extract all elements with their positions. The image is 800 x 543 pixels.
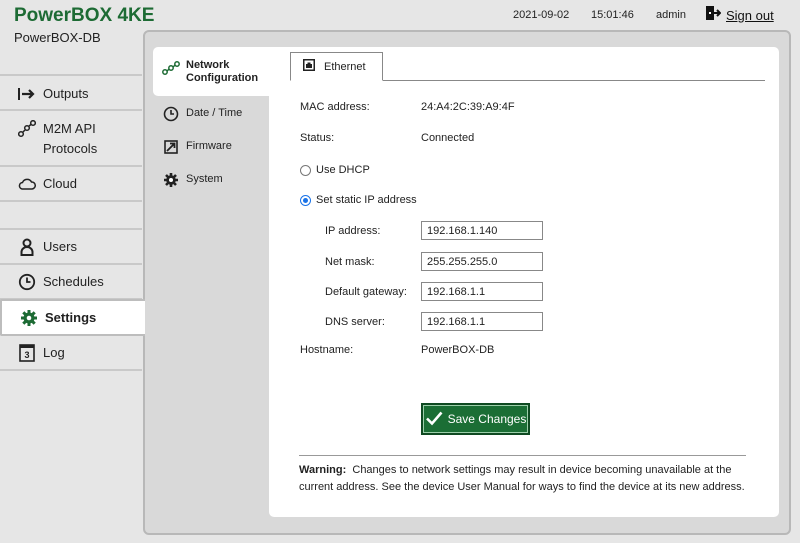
subnav-item-system[interactable]: System: [162, 171, 223, 189]
clock-icon: [162, 105, 180, 123]
hostname-label: Hostname:: [300, 344, 354, 356]
hostname-value: PowerBOX-DB: [421, 344, 495, 356]
header-time: 15:01:46: [591, 9, 634, 21]
nav-label-schedules: Schedules: [43, 274, 104, 289]
gear-icon: [19, 308, 39, 328]
header-date: 2021-09-02: [513, 9, 570, 21]
dns-server-field[interactable]: [421, 312, 543, 331]
subnav-label-network: Network Configuration: [186, 59, 258, 85]
ip-address-field[interactable]: [421, 221, 543, 240]
dhcp-label: Use DHCP: [316, 164, 370, 176]
gateway-label: Default gateway:: [325, 286, 407, 298]
firmware-icon: [162, 138, 180, 156]
outputs-icon: [17, 84, 37, 104]
nav-item-settings[interactable]: Settings: [0, 299, 145, 336]
save-changes-button[interactable]: Save Changes: [421, 403, 530, 435]
nav-label-m2m: M2M API Protocols: [43, 119, 97, 159]
ip-address-label: IP address:: [325, 225, 381, 237]
ethernet-icon: [303, 59, 315, 74]
subnav-item-datetime[interactable]: Date / Time: [162, 105, 242, 123]
tab-ethernet[interactable]: Ethernet: [290, 52, 383, 81]
gateway-field[interactable]: [421, 282, 543, 301]
subnav-label-network-line1: Network: [186, 59, 230, 71]
subnav-label-system: System: [186, 173, 223, 185]
tab-ethernet-label: Ethernet: [324, 60, 366, 73]
sign-out-label: Sign out: [726, 8, 774, 23]
subnav-item-network[interactable]: Network Configuration: [162, 59, 258, 85]
nav-label-settings: Settings: [45, 310, 97, 325]
status-value: Connected: [421, 132, 475, 144]
device-name: PowerBOX-DB: [14, 30, 101, 45]
nav-label-log: Log: [43, 345, 65, 360]
warning-body: Changes to network settings may result i…: [299, 464, 745, 493]
warning-divider: [299, 455, 746, 456]
m2m-icon: [17, 119, 37, 139]
nav-item-m2m[interactable]: M2M API Protocols: [0, 111, 142, 167]
nav-item-outputs[interactable]: Outputs: [0, 76, 142, 111]
user-icon: [17, 237, 37, 257]
dhcp-radio[interactable]: [300, 165, 311, 176]
static-ip-label: Set static IP address: [316, 194, 417, 206]
svg-text:3: 3: [24, 350, 29, 360]
nav-item-cloud[interactable]: Cloud: [0, 167, 142, 202]
nav-label-cloud: Cloud: [43, 176, 77, 191]
nav-item-log[interactable]: 3 Log: [0, 336, 142, 371]
subnav-label-network-line2: Configuration: [186, 72, 259, 84]
brand-title: PowerBOX 4KE: [14, 5, 155, 26]
nav-label-users: Users: [43, 239, 77, 254]
log-icon: 3: [17, 343, 37, 363]
network-icon: [162, 59, 180, 77]
net-mask-label: Net mask:: [325, 256, 375, 268]
status-label: Status:: [300, 132, 335, 144]
header-user: admin: [656, 9, 686, 21]
checkmark-icon: [425, 410, 443, 429]
cloud-icon: [17, 174, 37, 194]
static-ip-radio[interactable]: [300, 195, 311, 206]
gear-icon: [162, 171, 180, 189]
nav-item-schedules[interactable]: Schedules: [0, 265, 142, 300]
sign-out-link[interactable]: Sign out: [705, 5, 774, 26]
nav-label-outputs: Outputs: [43, 86, 89, 101]
subnav-label-firmware: Firmware: [186, 140, 232, 152]
mac-label: MAC address:: [300, 101, 370, 113]
subnav-item-firmware[interactable]: Firmware: [162, 138, 232, 156]
save-changes-label: Save Changes: [447, 412, 527, 426]
nav-label-m2m-line1: M2M API: [43, 121, 96, 136]
net-mask-field[interactable]: [421, 252, 543, 271]
nav-label-m2m-line2: Protocols: [43, 141, 98, 156]
nav-item-users[interactable]: Users: [0, 230, 142, 265]
sign-out-icon: [705, 5, 722, 26]
warning-text: Warning: Changes to network settings may…: [299, 462, 754, 496]
warning-title: Warning:: [299, 464, 347, 476]
dns-server-label: DNS server:: [325, 316, 385, 328]
subnav-label-datetime: Date / Time: [186, 107, 243, 119]
clock-icon: [17, 272, 37, 292]
mac-value: 24:A4:2C:39:A9:4F: [421, 101, 515, 113]
